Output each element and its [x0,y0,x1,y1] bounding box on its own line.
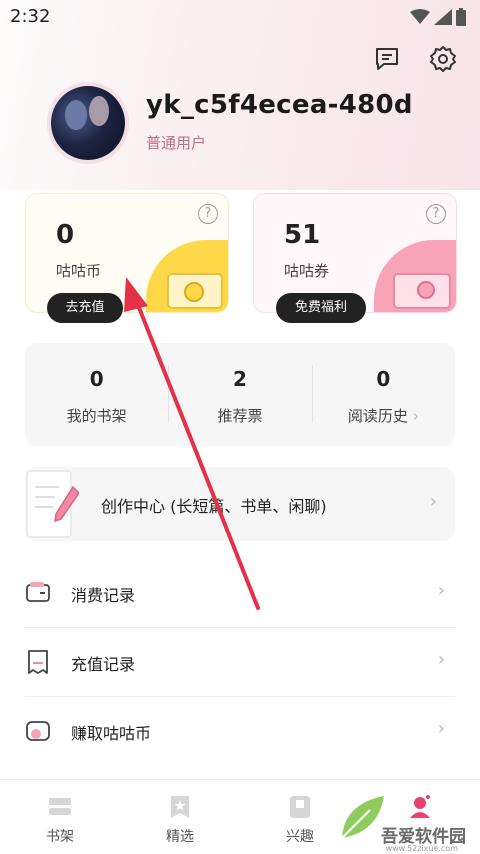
coin-decoration [146,240,228,312]
user-type: 普通用户 [146,134,207,152]
watermark: 吾爱软件园 www.52zixue.com [334,778,474,853]
voucher-decoration [374,240,456,312]
stats-panel: 0 我的书架 2 推荐票 0 阅读历史 › [25,343,455,446]
stat-label: 阅读历史 › [312,405,455,426]
book-icon [290,796,310,818]
wallet-icon [25,580,51,606]
stat-reading-history[interactable]: 0 阅读历史 › [311,343,455,446]
tab-label: 精选 [166,829,194,845]
coin-icon [25,718,51,744]
username: yk_c5f4ecea-480d [146,90,413,120]
avatar-image [51,86,125,160]
notebook-pen-icon [23,467,80,541]
menu-item-earn-coins[interactable]: 赚取咕咕币 › [25,698,455,766]
stat-value: 2 [233,367,247,391]
recharge-button[interactable]: 去充值 [47,293,123,323]
tab-featured[interactable]: 精选 [120,780,240,854]
header-actions [372,44,458,74]
receipt-icon [25,649,51,675]
battery-icon [456,8,466,26]
stat-label: 推荐票 [217,407,263,425]
status-time: 2:32 [10,6,51,27]
create-center-label: 创作中心 (长短篇、书单、闲聊) [101,497,327,516]
stat-label: 我的书架 [66,407,127,425]
create-center-row[interactable]: 创作中心 (长短篇、书单、闲聊) › [25,467,455,541]
signal-icon [434,9,452,25]
chevron-right-icon: › [407,407,419,425]
menu-item-consumption[interactable]: 消费记录 › [25,560,455,628]
help-icon[interactable]: ? [198,204,218,224]
stat-value: 0 [376,367,391,391]
stat-value: 0 [89,367,104,391]
message-icon[interactable] [372,44,402,74]
menu-item-label: 赚取咕咕币 [71,724,152,743]
gugu-coin-value: 0 [56,220,75,250]
status-bar: 2:32 [0,0,480,34]
chevron-right-icon: › [437,649,445,670]
gugu-voucher-value: 51 [284,220,321,250]
watermark-url: www.52zixue.com [385,844,458,853]
gugu-voucher-label: 咕咕券 [284,262,330,280]
chevron-right-icon: › [429,491,437,512]
free-benefits-button[interactable]: 免费福利 [276,293,366,323]
avatar[interactable] [47,82,129,164]
stat-bookshelf[interactable]: 0 我的书架 [25,343,168,446]
gugu-coin-label: 咕咕币 [56,262,102,280]
chevron-right-icon: › [437,718,445,739]
tab-label: 书架 [46,829,74,845]
star-bookmark-icon [171,796,189,818]
status-icons [410,8,466,26]
help-icon[interactable]: ? [426,204,446,224]
bookshelf-icon [49,798,71,815]
tab-bookshelf[interactable]: 书架 [0,780,120,854]
menu-item-label: 充值记录 [71,655,136,674]
menu-item-recharge-record[interactable]: 充值记录 › [25,629,455,697]
menu-item-label: 消费记录 [71,586,136,605]
stat-recommend-tickets[interactable]: 2 推荐票 [168,343,311,446]
chevron-right-icon: › [437,580,445,601]
settings-gear-icon[interactable] [428,44,458,74]
wifi-icon [410,9,430,24]
stat-label-text: 阅读历史 [347,407,408,425]
